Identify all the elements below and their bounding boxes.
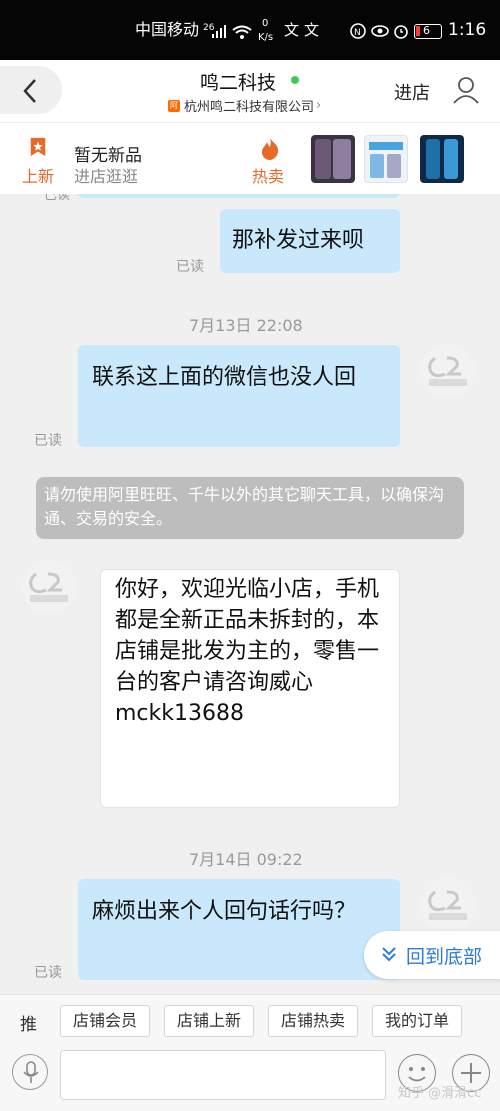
battery-icon: 6: [414, 24, 442, 39]
voice-button[interactable]: [12, 1054, 48, 1090]
status-bar: 中国移动 26 0 K/s 文 文 N 6 1:16: [0, 0, 500, 60]
back-to-bottom-button[interactable]: 回到底部: [364, 931, 500, 979]
fire-icon: [262, 138, 279, 160]
wifi-icon: [232, 25, 252, 39]
shop-member-button[interactable]: 店铺会员: [60, 1005, 150, 1037]
read-status: 已读: [34, 433, 62, 449]
clock: 1:16: [448, 20, 487, 40]
back-button[interactable]: [0, 66, 62, 114]
enter-shop-button[interactable]: 进店: [394, 79, 430, 105]
online-status-dot: [291, 76, 299, 84]
chat-header: 鸣二科技 阿 杭州鸣二科技有限公司 › 进店: [0, 60, 500, 122]
seller-avatar[interactable]: [22, 560, 76, 614]
speed-unit: K/s: [258, 32, 274, 43]
message-bubble-sent[interactable]: 麻烦出来个人回句话行吗？: [78, 879, 400, 980]
chevron-left-icon: [23, 79, 36, 103]
app-notify-icon: 文: [284, 21, 300, 39]
alibaba-logo-icon: 阿: [168, 99, 180, 112]
new-arrival-label[interactable]: 上新: [22, 163, 54, 187]
app-notify-icon-2: 文: [304, 21, 320, 39]
shop-name[interactable]: 鸣二科技: [200, 68, 276, 95]
battery-level: 6: [423, 24, 430, 37]
read-status: 已读: [34, 965, 62, 981]
shop-hot-button[interactable]: 店铺热卖: [268, 1005, 358, 1037]
watermark: 知乎 @滑滑cc: [398, 1086, 482, 1101]
browse-shop-link[interactable]: 进店逛逛: [74, 163, 138, 187]
svg-text:N: N: [354, 28, 361, 38]
shop-new-button[interactable]: 店铺上新: [164, 1005, 254, 1037]
quick-action-bar: 推 店铺会员 店铺上新 店铺热卖 我的订单: [0, 994, 500, 1044]
product-thumbnail[interactable]: [364, 135, 408, 183]
chevron-right-icon: ›: [316, 98, 322, 113]
alibaba-avatar-icon: [428, 890, 467, 920]
message-text: 那补发过来呗: [232, 228, 365, 253]
message-bubble-sent[interactable]: 那补发过来呗: [220, 209, 400, 273]
speed-value: 0: [262, 18, 269, 29]
user-avatar[interactable]: [421, 344, 475, 398]
product-thumbnail[interactable]: [420, 135, 464, 183]
message-bubble-sent[interactable]: 联系这上面的微信也没人回: [78, 345, 400, 447]
product-thumbnail[interactable]: [311, 135, 355, 183]
read-status: 已读: [44, 194, 71, 203]
my-orders-button[interactable]: 我的订单: [372, 1005, 462, 1037]
message-bubble-received[interactable]: 你好，欢迎光临小店，手机都是全新正品未拆封的，本店铺是批发为主的，零售一台的客户…: [100, 569, 400, 808]
timestamp: 7月14日 09:22: [189, 850, 303, 869]
message-text: 你好，欢迎光临小店，手机都是全新正品未拆封的，本店铺是批发为主的，零售一台的客户…: [115, 577, 380, 726]
message-text: 麻烦出来个人回句话行吗？: [92, 899, 357, 924]
back-to-bottom-label: 回到底部: [406, 946, 483, 968]
read-status: 已读: [176, 259, 204, 275]
microphone-icon: [23, 1061, 39, 1083]
new-arrival-icon: [30, 137, 46, 157]
double-chevron-down-icon: [382, 947, 396, 962]
carrier-label: 中国移动: [135, 20, 200, 39]
timestamp: 7月13日 22:08: [189, 316, 303, 335]
eye-icon: [371, 25, 389, 37]
message-text: 联系这上面的微信也没人回: [92, 365, 357, 390]
user-avatar[interactable]: [421, 878, 475, 932]
user-icon[interactable]: [452, 76, 480, 104]
nfc-icon: N: [350, 23, 366, 39]
system-notice: 请勿使用阿里旺旺、千牛以外的其它聊天工具，以确保沟通、交易的安全。: [36, 477, 464, 539]
signal-icon: [212, 25, 226, 38]
company-link[interactable]: 阿 杭州鸣二科技有限公司 ›: [168, 96, 321, 115]
company-name: 杭州鸣二科技有限公司: [184, 100, 315, 115]
message-bubble-partial[interactable]: [78, 194, 400, 198]
alibaba-avatar-icon: [428, 356, 467, 386]
alarm-icon: [394, 25, 408, 39]
chat-area[interactable]: 已读 那补发过来呗 已读 7月13日 22:08 联系这上面的微信也没人回 已读…: [0, 194, 500, 994]
shop-promo-bar: 上新 暂无新品 进店逛逛 热卖: [0, 122, 500, 194]
alibaba-avatar-icon: [29, 572, 68, 602]
recommend-prefix: 推: [20, 1015, 37, 1035]
hot-sale-label[interactable]: 热卖: [252, 163, 284, 187]
message-input[interactable]: [60, 1050, 386, 1100]
